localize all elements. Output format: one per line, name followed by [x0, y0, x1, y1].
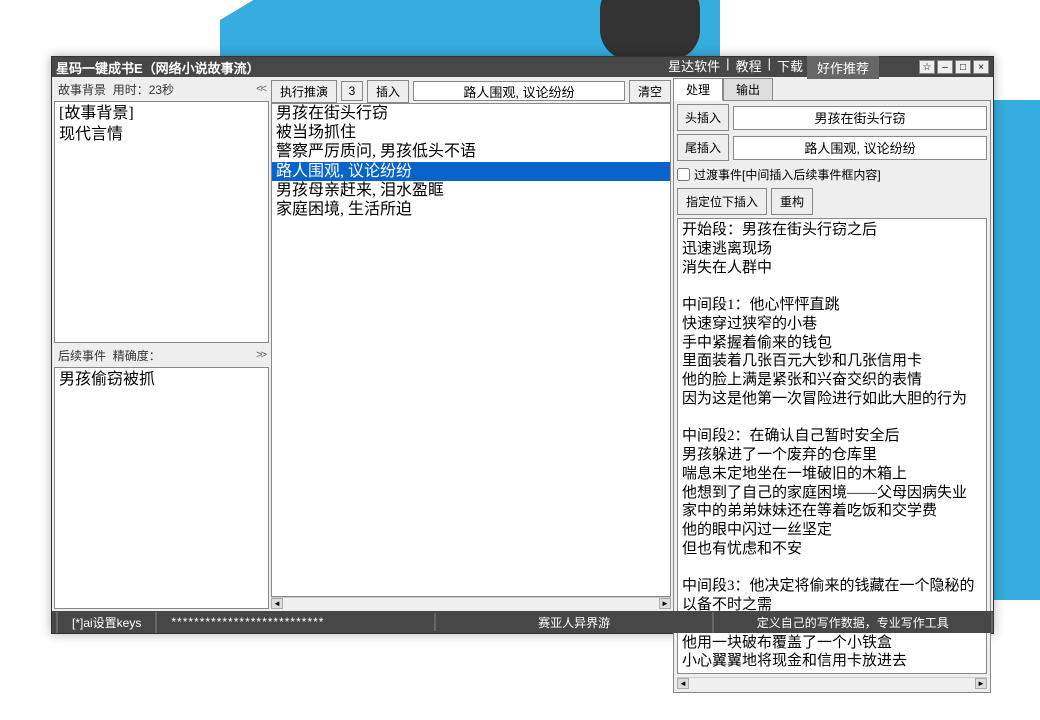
right-body: 头插入 尾插入 过渡事件[中间插入后续事件框内容] 指定位下插入 重构 开始段：…: [673, 100, 991, 693]
list-item[interactable]: 路人围观, 议论纷纷: [272, 162, 670, 181]
exec-button[interactable]: 执行推演: [271, 80, 337, 103]
ai-keys-button[interactable]: [*]ai设置keys: [56, 612, 157, 633]
transition-label: 过渡事件[中间插入后续事件框内容]: [694, 166, 881, 183]
scroll-right-icon[interactable]: ►: [659, 598, 671, 609]
window-title: 星码一键成书E（网络小说故事流）: [56, 58, 666, 77]
tail-insert-button[interactable]: 尾插入: [677, 134, 729, 161]
bottombar-stars: ***************************: [157, 613, 436, 631]
follow-textarea[interactable]: 男孩偷窃被抓: [54, 367, 269, 609]
tab-process[interactable]: 处理: [673, 78, 723, 101]
follow-expand-icon[interactable]: >>: [256, 349, 265, 361]
minimize-icon[interactable]: –: [937, 60, 953, 74]
app-window: 星码一键成书E（网络小说故事流） 星达软件| 教程| 下载 好作推荐 ☆ – □…: [51, 56, 994, 634]
close-icon[interactable]: ×: [973, 60, 989, 74]
transition-checkbox[interactable]: [677, 168, 690, 181]
follow-label: 后续事件: [58, 347, 106, 364]
follow-accuracy: 精确度：: [113, 347, 161, 364]
mid-input[interactable]: [413, 81, 625, 101]
exec-count[interactable]: 3: [341, 81, 363, 101]
titlebar: 星码一键成书E（网络小说故事流） 星达软件| 教程| 下载 好作推荐 ☆ – □…: [52, 57, 993, 77]
content-area: 故事背景 用时：23秒 << [故事背景] 现代言情 后续事件 精确度： >> …: [52, 77, 993, 611]
mid-scrollbar[interactable]: ◄ ►: [271, 597, 671, 609]
bottombar: [*]ai设置keys *************************** …: [52, 611, 993, 633]
output-textarea[interactable]: 开始段：男孩在街头行窃之后 迅速逃离现场 消失在人群中 中间段1：他心怦怦直跳 …: [677, 218, 987, 674]
list-item[interactable]: 被当场抓住: [272, 123, 670, 142]
mid-toolbar: 执行推演 3 插入 清空: [271, 79, 671, 103]
link-software[interactable]: 星达软件: [666, 56, 722, 79]
list-item[interactable]: 家庭困境, 生活所迫: [272, 200, 670, 219]
bottombar-define[interactable]: 定义自己的写作数据，专业写作工具: [714, 612, 993, 633]
tail-insert-input[interactable]: [733, 136, 987, 160]
action-buttons: 指定位下插入 重构: [677, 188, 987, 215]
list-item[interactable]: 警察严厉质问, 男孩低头不语: [272, 142, 670, 161]
right-tabs: 处理 输出: [673, 79, 991, 101]
transition-checkbox-row: 过渡事件[中间插入后续事件框内容]: [677, 164, 987, 185]
clear-button[interactable]: 清空: [629, 80, 671, 103]
titlebar-links: 星达软件| 教程| 下载 好作推荐: [666, 56, 879, 79]
insert-button[interactable]: 插入: [367, 80, 409, 103]
bg-header: 故事背景 用时：23秒 <<: [54, 79, 269, 99]
bg-label: 故事背景: [58, 81, 106, 98]
link-tutorial[interactable]: 教程: [734, 56, 764, 79]
link-download[interactable]: 下载: [775, 56, 805, 79]
list-item[interactable]: 男孩母亲赶来, 泪水盈眶: [272, 181, 670, 200]
head-insert-input[interactable]: [733, 106, 987, 130]
bottombar-title[interactable]: 赛亚人异界游: [436, 612, 715, 633]
middle-column: 执行推演 3 插入 清空 男孩在街头行窃被当场抓住警察严厉质问, 男孩低头不语路…: [271, 79, 671, 609]
list-item[interactable]: 男孩在街头行窃: [272, 104, 670, 123]
scroll-left-icon[interactable]: ◄: [677, 678, 689, 689]
favorite-icon[interactable]: ☆: [919, 60, 935, 74]
bg-timer: 用时：23秒: [113, 81, 174, 98]
head-insert-row: 头插入: [677, 104, 987, 131]
event-listbox[interactable]: 男孩在街头行窃被当场抓住警察严厉质问, 男孩低头不语路人围观, 议论纷纷男孩母亲…: [271, 103, 671, 597]
follow-header: 后续事件 精确度： >>: [54, 345, 269, 365]
link-recommend[interactable]: 好作推荐: [807, 56, 879, 79]
bg-collapse-icon[interactable]: <<: [256, 83, 265, 95]
right-column: 处理 输出 头插入 尾插入 过渡事件[中间插入后续事件框内容] 指定位下插入: [673, 79, 991, 609]
locate-insert-button[interactable]: 指定位下插入: [677, 188, 767, 215]
tail-insert-row: 尾插入: [677, 134, 987, 161]
window-controls: ☆ – □ ×: [919, 60, 989, 74]
tab-output[interactable]: 输出: [723, 78, 773, 101]
right-scrollbar[interactable]: ◄ ►: [677, 677, 987, 689]
head-insert-button[interactable]: 头插入: [677, 104, 729, 131]
left-column: 故事背景 用时：23秒 << [故事背景] 现代言情 后续事件 精确度： >> …: [54, 79, 269, 609]
scroll-right-icon[interactable]: ►: [975, 678, 987, 689]
scroll-left-icon[interactable]: ◄: [271, 598, 283, 609]
maximize-icon[interactable]: □: [955, 60, 971, 74]
bg-textarea[interactable]: [故事背景] 现代言情: [54, 101, 269, 343]
rebuild-button[interactable]: 重构: [771, 188, 813, 215]
